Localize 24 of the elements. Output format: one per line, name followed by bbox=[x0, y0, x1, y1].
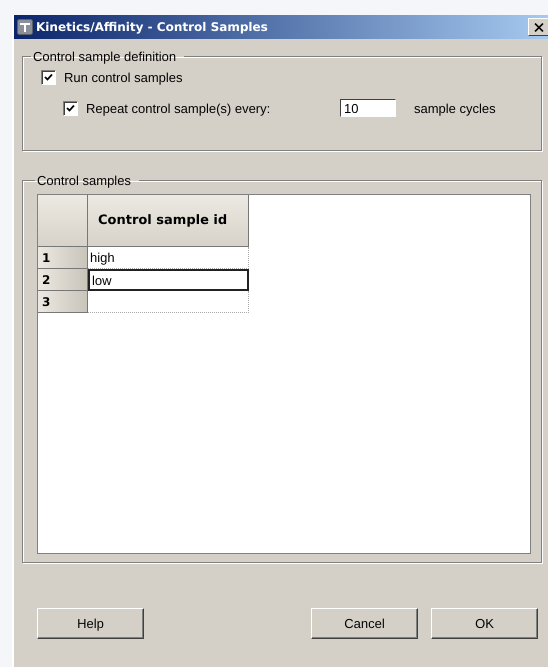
cycles-field[interactable]: 10 bbox=[340, 99, 396, 117]
row-header[interactable]: 3 bbox=[38, 291, 88, 313]
checkbox[interactable] bbox=[41, 70, 56, 85]
check-icon bbox=[44, 73, 53, 82]
group-title: Control sample definition bbox=[32, 49, 178, 64]
window-title: Kinetics/Affinity - Control Samples bbox=[36, 20, 269, 34]
dialog-button[interactable]: Help bbox=[37, 608, 144, 639]
checkbox[interactable] bbox=[63, 100, 78, 116]
check-icon bbox=[66, 104, 75, 112]
column-header[interactable]: Control sample id bbox=[88, 195, 249, 247]
app-icon bbox=[17, 19, 33, 35]
row-header[interactable]: 1 bbox=[38, 247, 88, 269]
close-button[interactable] bbox=[528, 18, 548, 36]
row-header[interactable]: 2 bbox=[38, 269, 88, 291]
table-cell[interactable] bbox=[88, 291, 249, 313]
close-icon bbox=[534, 22, 544, 32]
checkbox-label: Repeat control sample(s) every: bbox=[86, 100, 272, 116]
table-cell[interactable]: high bbox=[88, 247, 249, 269]
checkbox-label: Run control samples bbox=[64, 70, 182, 85]
table-cell[interactable]: low bbox=[88, 269, 249, 291]
unit-label: sample cycles bbox=[414, 100, 496, 116]
dialog-button[interactable]: Cancel bbox=[311, 608, 418, 639]
dialog-button[interactable]: OK bbox=[431, 608, 538, 639]
group-title: Control samples bbox=[36, 173, 132, 188]
